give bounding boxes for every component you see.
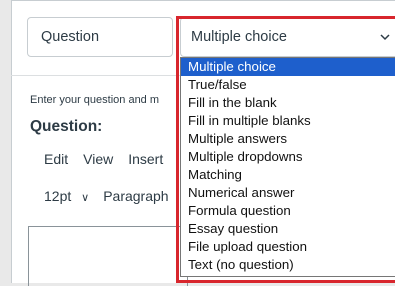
option-essay-question[interactable]: Essay question [181, 220, 395, 238]
menu-view[interactable]: View [83, 151, 113, 167]
option-formula-question[interactable]: Formula question [181, 202, 395, 220]
editor-menubar: Edit View Insert [44, 151, 163, 167]
option-fill-in-the-blank[interactable]: Fill in the blank [181, 94, 395, 112]
question-type-dropdown: Multiple choice True/false Fill in the b… [180, 57, 395, 277]
editor-toolbar: 12pt ∨ Paragraph [44, 188, 169, 204]
question-type-selected: Multiple choice [191, 29, 287, 45]
menu-insert[interactable]: Insert [128, 151, 163, 167]
question-instructions: Enter your question and m [30, 94, 160, 106]
question-type-select[interactable]: Multiple choice [180, 17, 395, 57]
option-matching[interactable]: Matching [181, 166, 395, 184]
option-multiple-choice[interactable]: Multiple choice [181, 58, 395, 76]
question-label: Question: [30, 118, 103, 135]
menu-edit[interactable]: Edit [44, 151, 68, 167]
option-file-upload-question[interactable]: File upload question [181, 238, 395, 256]
font-size-select[interactable]: 12pt ∨ [44, 188, 89, 204]
question-text-editor[interactable] [28, 226, 188, 286]
chevron-down-icon [380, 34, 390, 41]
chevron-down-icon: ∨ [81, 192, 90, 204]
option-true-false[interactable]: True/false [181, 76, 395, 94]
option-text-no-question[interactable]: Text (no question) [181, 256, 395, 274]
option-multiple-dropdowns[interactable]: Multiple dropdowns [181, 148, 395, 166]
question-title-input[interactable]: Question [27, 17, 173, 57]
option-numerical-answer[interactable]: Numerical answer [181, 184, 395, 202]
option-multiple-answers[interactable]: Multiple answers [181, 130, 395, 148]
font-size-value: 12pt [44, 188, 72, 204]
block-format-select[interactable]: Paragraph [103, 188, 168, 204]
option-fill-in-multiple-blanks[interactable]: Fill in multiple blanks [181, 112, 395, 130]
